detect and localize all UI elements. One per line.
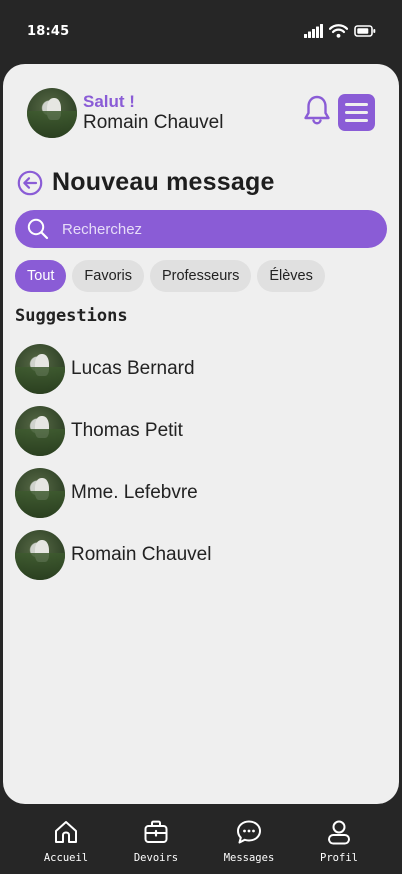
contact-name: Romain Chauvel (71, 544, 212, 565)
status-icons (304, 24, 376, 38)
nav-label: Profil (320, 852, 358, 864)
filter-chips: Tout Favoris Professeurs Élèves (15, 260, 325, 292)
list-item[interactable]: Mme. Lefebvre (15, 462, 387, 524)
status-bar: 18:45 (0, 0, 402, 64)
list-item[interactable]: Thomas Petit (15, 400, 387, 462)
page-title: Nouveau message (52, 168, 275, 196)
nav-item-profile[interactable]: Profil (304, 818, 374, 864)
back-arrow-icon[interactable] (17, 170, 43, 196)
menu-bar (345, 111, 368, 114)
header: Salut ! Romain Chauvel (27, 88, 375, 138)
signal-icon (304, 24, 323, 38)
battery-icon (354, 25, 376, 37)
filter-chip-all[interactable]: Tout (15, 260, 67, 292)
contact-list: Lucas Bernard Thomas Petit Mme. Lefebvre… (15, 338, 387, 586)
search-bar[interactable] (15, 210, 387, 248)
wifi-icon (329, 24, 348, 38)
menu-bar (345, 103, 368, 106)
menu-button[interactable] (338, 94, 375, 131)
nav-label: Accueil (43, 852, 89, 864)
nav-item-messages[interactable]: Messages (214, 818, 284, 864)
status-time: 18:45 (27, 24, 70, 39)
nav-label: Messages (223, 852, 275, 864)
user-name: Romain Chauvel (83, 112, 224, 133)
contact-name: Mme. Lefebvre (71, 482, 198, 503)
avatar (15, 468, 65, 518)
bottom-nav: Accueil Devoirs Messages Profil (0, 806, 402, 874)
bell-icon[interactable] (303, 94, 331, 126)
avatar (15, 406, 65, 456)
greeting-hello: Salut ! (83, 92, 135, 111)
main-card: Salut ! Romain Chauvel Nouveau message T… (3, 64, 399, 804)
list-item[interactable]: Romain Chauvel (15, 524, 387, 586)
list-item[interactable]: Lucas Bernard (15, 338, 387, 400)
avatar (15, 530, 65, 580)
user-icon (328, 820, 350, 845)
greeting: Salut ! Romain Chauvel (83, 92, 223, 134)
search-input[interactable] (62, 220, 352, 238)
avatar[interactable] (27, 88, 77, 138)
menu-bar (345, 119, 368, 122)
contact-name: Lucas Bernard (71, 358, 195, 379)
contact-name: Thomas Petit (71, 420, 183, 441)
nav-label: Devoirs (133, 852, 179, 864)
chat-bubble-icon (237, 820, 261, 844)
filter-chip-students[interactable]: Élèves (257, 260, 325, 292)
nav-item-homework[interactable]: Devoirs (121, 818, 191, 864)
home-icon (55, 821, 77, 843)
briefcase-icon (144, 820, 168, 843)
suggestions-title: Suggestions (15, 306, 128, 326)
title-row: Nouveau message (17, 168, 275, 197)
filter-chip-teachers[interactable]: Professeurs (149, 260, 252, 292)
filter-chip-favorites[interactable]: Favoris (72, 260, 144, 292)
avatar (15, 344, 65, 394)
search-icon (27, 218, 49, 240)
nav-item-home[interactable]: Accueil (31, 818, 101, 864)
